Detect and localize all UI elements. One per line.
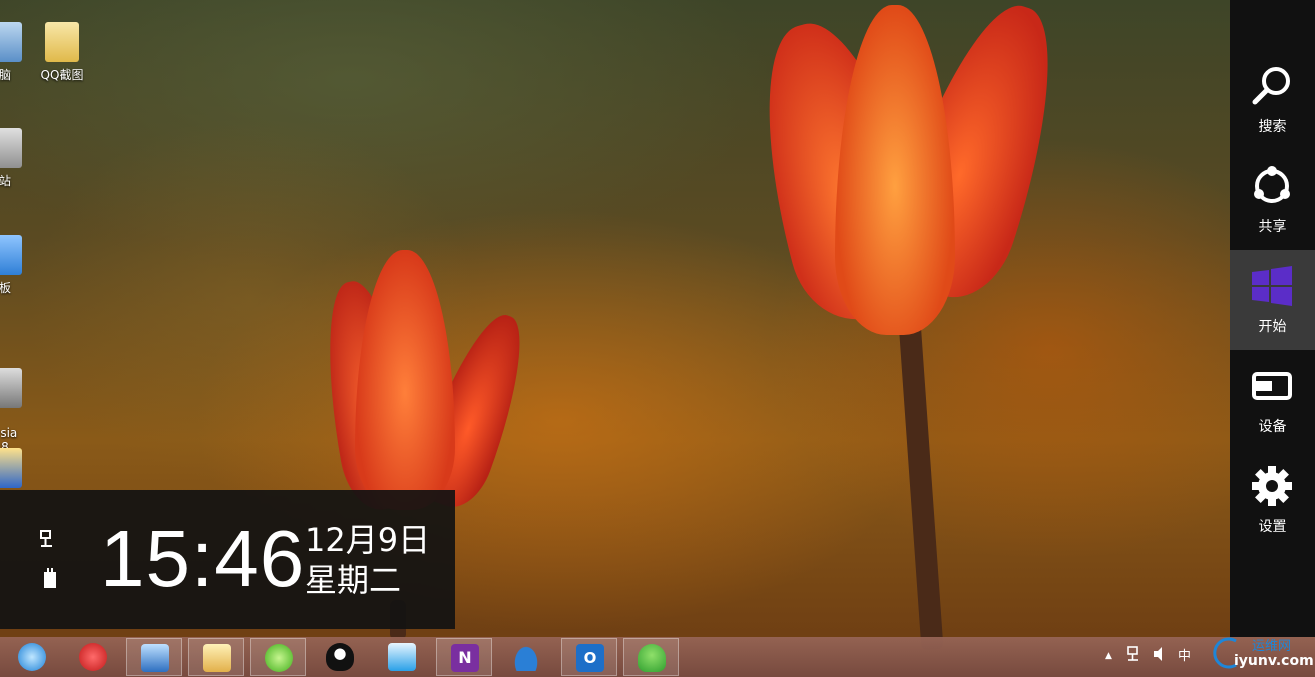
- charm-devices[interactable]: 设备: [1230, 350, 1315, 450]
- folder-icon: [45, 22, 79, 62]
- desktop-icon-label: 板: [0, 281, 11, 295]
- tulip-petal: [355, 250, 455, 510]
- taskbar-mushroom-app[interactable]: [623, 638, 679, 676]
- charm-label: 共享: [1258, 219, 1287, 235]
- charm-share[interactable]: 共享: [1230, 150, 1315, 250]
- taskbar: N O ▲ 中: [0, 637, 1315, 677]
- desktop-icon-label: 站: [0, 174, 11, 188]
- battery-plugged-icon: [44, 568, 56, 588]
- taskbar-outlook[interactable]: O: [561, 638, 617, 676]
- charm-label: 设置: [1258, 519, 1287, 535]
- network-icon: [40, 530, 52, 547]
- site-watermark: 运维网 iyunv.com: [1210, 633, 1315, 677]
- taskbar-browser-green[interactable]: [250, 638, 306, 676]
- desktop-icon-label: 脑: [0, 68, 11, 82]
- charm-label: 设备: [1258, 419, 1287, 435]
- cloud-icon: [512, 643, 540, 671]
- shield-icon: [0, 448, 22, 488]
- clock-panel: 15:46 12月9日 星期二: [0, 490, 455, 629]
- sync-icon: [388, 643, 416, 671]
- charm-label: 开始: [1258, 319, 1287, 335]
- taskbar-ie[interactable]: [4, 638, 60, 676]
- desktop-icon-shield[interactable]: [0, 448, 40, 492]
- computer-icon: [0, 22, 22, 62]
- desktop-icon-board[interactable]: 板: [0, 235, 40, 296]
- share-icon: [1254, 166, 1290, 203]
- network-icon[interactable]: [1126, 645, 1142, 663]
- recycle-bin-icon: [0, 128, 22, 168]
- desktop-icon-recycle-bin[interactable]: 站: [0, 128, 40, 189]
- green-refresh-icon: [265, 644, 293, 672]
- windows-logo-icon: [1252, 266, 1292, 306]
- desktop-icon-asia[interactable]: sia 8: [0, 340, 40, 454]
- search-icon: [1252, 67, 1290, 105]
- onenote-icon: N: [451, 644, 479, 672]
- charm-settings[interactable]: 设置: [1230, 450, 1315, 550]
- taskbar-app-red[interactable]: [65, 638, 121, 676]
- taskbar-remote-desktop[interactable]: [126, 638, 182, 676]
- taskbar-onedrive[interactable]: [498, 638, 554, 676]
- ime-indicator[interactable]: 中: [1178, 645, 1191, 664]
- clock-date: 12月9日 星期二: [305, 520, 430, 600]
- outlook-icon: O: [576, 644, 604, 672]
- charm-label: 搜索: [1258, 119, 1287, 135]
- folder-icon: [203, 644, 231, 672]
- desktop-icon-label: QQ截图: [40, 68, 84, 82]
- devices-icon: [1252, 372, 1292, 400]
- mushroom-icon: [638, 644, 666, 672]
- ie-icon: [18, 643, 46, 671]
- weekday-text: 星期二: [305, 561, 402, 599]
- charm-start[interactable]: 开始: [1230, 250, 1315, 350]
- taskbar-file-explorer[interactable]: [188, 638, 244, 676]
- date-text: 12月9日: [305, 521, 431, 559]
- show-hidden-icons-button[interactable]: ▲: [1105, 651, 1112, 661]
- charms-bar: 搜索 共享 开始 设备 设置: [1230, 0, 1315, 637]
- taskbar-qq[interactable]: [312, 638, 368, 676]
- charm-search[interactable]: 搜索: [1230, 50, 1315, 150]
- taskbar-onenote[interactable]: N: [436, 638, 492, 676]
- watermark-url: iyunv.com: [1234, 653, 1314, 669]
- board-icon: [0, 235, 22, 275]
- watermark-text: 运维网: [1252, 639, 1292, 654]
- red-circle-icon: [79, 643, 107, 671]
- clock-time: 15:46: [100, 514, 306, 603]
- computer-icon: [141, 644, 169, 672]
- taskbar-cloud-sync[interactable]: [374, 638, 430, 676]
- qq-penguin-icon: [326, 643, 354, 671]
- desktop-icon-qq-screenshot[interactable]: QQ截图: [27, 22, 97, 83]
- volume-icon[interactable]: [1152, 645, 1168, 663]
- app-icon: [0, 368, 22, 408]
- gear-icon: [1252, 466, 1292, 506]
- tulip-stem: [898, 319, 944, 651]
